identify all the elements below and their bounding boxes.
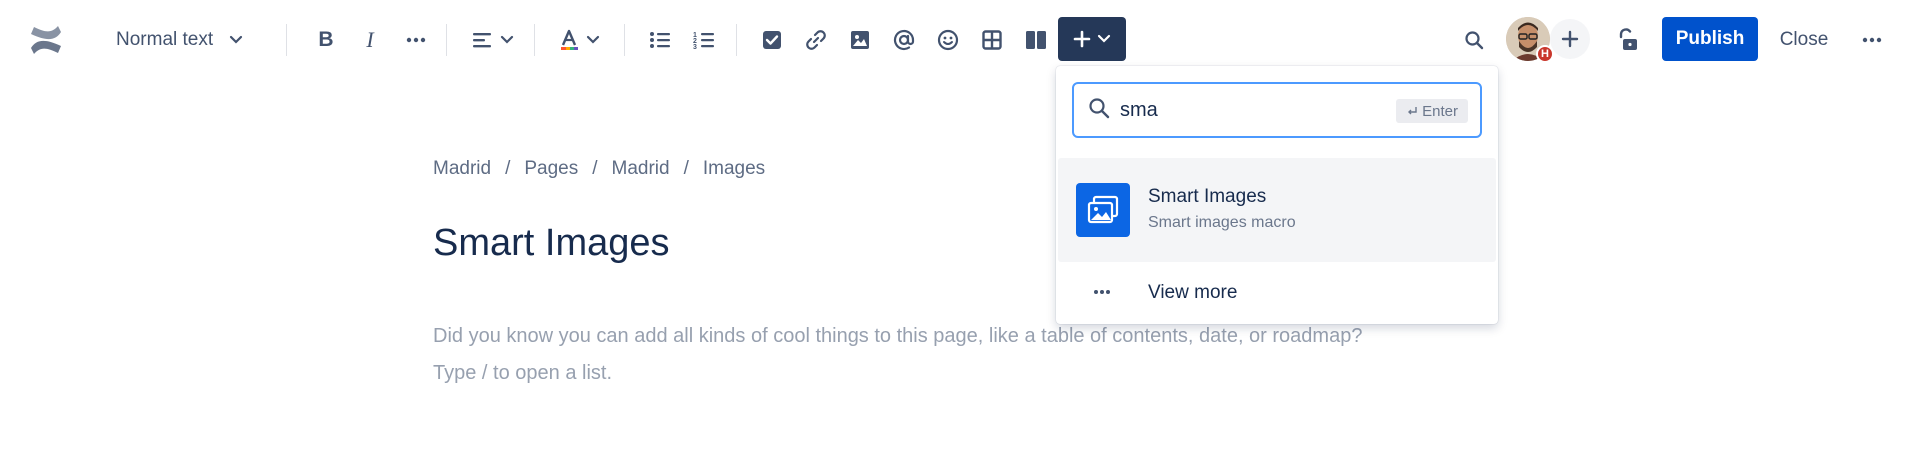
- breadcrumb: Madrid / Pages / Madrid / Images: [433, 158, 765, 180]
- breadcrumb-item[interactable]: Images: [703, 158, 765, 180]
- layouts-button[interactable]: [1016, 18, 1056, 62]
- editor-placeholder[interactable]: Did you know you can add all kinds of co…: [433, 318, 1473, 392]
- ellipsis-icon: [406, 37, 426, 43]
- insert-table-button[interactable]: [972, 18, 1012, 62]
- plus-icon: [1073, 30, 1091, 48]
- columns-layout-icon: [1026, 31, 1046, 49]
- action-item-button[interactable]: [752, 18, 792, 62]
- element-search-box[interactable]: Enter: [1072, 82, 1482, 138]
- enter-key-hint: Enter: [1396, 99, 1468, 123]
- bullet-list-button[interactable]: [640, 18, 680, 62]
- image-icon: [851, 31, 869, 49]
- insert-elements-button[interactable]: [1058, 17, 1126, 61]
- table-icon: [982, 30, 1002, 50]
- more-formatting-button[interactable]: [396, 18, 436, 62]
- align-left-icon: [473, 33, 491, 48]
- toolbar-divider: [286, 24, 287, 56]
- result-title: Smart Images: [1148, 186, 1267, 207]
- placeholder-line: Type / to open a list.: [433, 362, 612, 384]
- ellipsis-icon: [1862, 37, 1882, 43]
- breadcrumb-separator: /: [505, 158, 511, 179]
- breadcrumb-item[interactable]: Pages: [524, 158, 578, 180]
- bullet-list-icon: [650, 32, 670, 48]
- close-button[interactable]: Close: [1772, 18, 1836, 62]
- numbered-list-icon: 123: [693, 32, 714, 50]
- italic-button[interactable]: I: [350, 18, 390, 62]
- enter-key-icon: [1408, 107, 1417, 115]
- avatar[interactable]: H: [1506, 17, 1554, 63]
- link-icon: [806, 30, 826, 50]
- mention-button[interactable]: [884, 18, 924, 62]
- page-title[interactable]: Smart Images: [433, 222, 670, 265]
- emoji-button[interactable]: [928, 18, 968, 62]
- text-style-dropdown[interactable]: Normal text: [106, 18, 264, 62]
- text-color-dropdown[interactable]: [552, 18, 606, 62]
- text-style-label: Normal text: [116, 29, 214, 50]
- search-result-item[interactable]: Smart Images Smart images macro: [1058, 158, 1496, 262]
- image-stack-icon: [1076, 183, 1130, 237]
- editor-toolbar: Normal text B I 123 H Publish Close: [0, 0, 1920, 80]
- bold-button[interactable]: B: [306, 18, 346, 62]
- publish-button[interactable]: Publish: [1662, 17, 1758, 61]
- more-actions-button[interactable]: [1852, 18, 1892, 62]
- breadcrumb-item[interactable]: Madrid: [612, 158, 670, 180]
- breadcrumb-separator: /: [683, 158, 689, 179]
- link-button[interactable]: [796, 18, 836, 62]
- element-search-input[interactable]: [1120, 98, 1360, 122]
- ellipsis-icon: [1092, 282, 1112, 307]
- toolbar-divider: [736, 24, 737, 56]
- unlock-icon: [1619, 28, 1637, 50]
- chevron-down-icon: [586, 35, 600, 44]
- insert-image-button[interactable]: [840, 18, 880, 62]
- breadcrumb-separator: /: [592, 158, 598, 179]
- search-button[interactable]: [1454, 18, 1494, 62]
- toolbar-divider: [446, 24, 447, 56]
- view-more-label: View more: [1148, 282, 1238, 303]
- chevron-down-icon: [500, 35, 514, 44]
- checkbox-icon: [763, 31, 781, 49]
- numbered-list-button[interactable]: 123: [684, 18, 724, 62]
- plus-icon: [1561, 30, 1579, 48]
- text-alignment-dropdown[interactable]: [466, 18, 520, 62]
- view-more-item[interactable]: View more: [1058, 266, 1496, 318]
- at-sign-icon: [893, 29, 915, 51]
- svg-text:3: 3: [693, 44, 697, 50]
- chevron-down-icon: [1097, 34, 1111, 43]
- text-color-icon: [561, 29, 578, 50]
- search-icon: [1465, 31, 1484, 50]
- insert-elements-menu: Enter Smart Images Smart images macro Vi…: [1056, 66, 1498, 324]
- chevron-down-icon: [229, 35, 243, 45]
- breadcrumb-item[interactable]: Madrid: [433, 158, 491, 180]
- toolbar-divider: [534, 24, 535, 56]
- search-icon: [1088, 97, 1110, 124]
- restrictions-button[interactable]: [1608, 18, 1648, 62]
- enter-hint-label: Enter: [1422, 102, 1458, 120]
- confluence-logo-icon[interactable]: [24, 18, 68, 62]
- result-description: Smart images macro: [1148, 214, 1296, 231]
- invite-collaborator-button[interactable]: [1550, 19, 1590, 59]
- toolbar-divider: [624, 24, 625, 56]
- emoji-icon: [937, 29, 959, 51]
